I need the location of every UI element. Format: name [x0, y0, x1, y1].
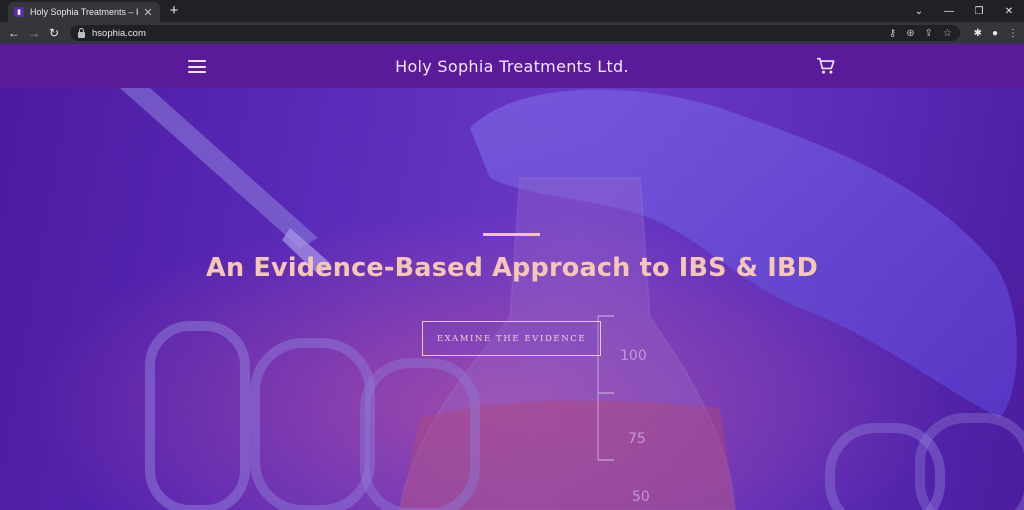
- reload-button[interactable]: ↻: [44, 26, 64, 40]
- key-icon[interactable]: ⚷: [889, 28, 896, 39]
- hero-section: 100 75 50 An Evidence-Based Approach to …: [0, 88, 1024, 510]
- back-button[interactable]: ←: [4, 26, 24, 40]
- new-tab-button[interactable]: +: [166, 3, 182, 19]
- bookmark-star-icon[interactable]: ☆: [943, 28, 952, 39]
- hamburger-menu-icon[interactable]: [188, 60, 206, 73]
- site-favicon-icon: ▮: [14, 7, 24, 17]
- tab-title: Holy Sophia Treatments – Holy S: [30, 7, 138, 17]
- restore-button[interactable]: ❐: [964, 6, 994, 17]
- minimize-button[interactable]: —: [934, 6, 964, 17]
- site-header: Holy Sophia Treatments Ltd.: [0, 44, 1024, 88]
- browser-right-icons: ✱ ● ⋮: [974, 22, 1018, 44]
- window-controls: ⌄ — ❐ ✕: [904, 0, 1024, 22]
- omnibox-icons: ⚷ ⊕ ⇪ ☆: [889, 25, 952, 41]
- menu-dots-icon[interactable]: ⋮: [1008, 28, 1018, 39]
- zoom-icon[interactable]: ⊕: [906, 28, 914, 39]
- url-text[interactable]: hsophia.com: [92, 28, 146, 39]
- close-window-button[interactable]: ✕: [994, 6, 1024, 17]
- extensions-icon[interactable]: ✱: [974, 28, 982, 39]
- browser-tab-bar: ▮ Holy Sophia Treatments – Holy S ✕ + ⌄ …: [0, 0, 1024, 22]
- profile-icon[interactable]: ●: [992, 28, 998, 39]
- examine-evidence-button[interactable]: EXAMINE THE EVIDENCE: [422, 321, 601, 356]
- address-bar[interactable]: hsophia.com ⚷ ⊕ ⇪ ☆: [70, 25, 960, 41]
- website: Holy Sophia Treatments Ltd. 100 75 50 An…: [0, 44, 1024, 510]
- hero-title: An Evidence-Based Approach to IBS & IBD: [206, 253, 818, 283]
- share-icon[interactable]: ⇪: [925, 28, 933, 39]
- tab-search-icon[interactable]: ⌄: [904, 6, 934, 17]
- forward-button[interactable]: →: [24, 26, 44, 40]
- browser-tab[interactable]: ▮ Holy Sophia Treatments – Holy S ✕: [8, 2, 160, 22]
- browser-toolbar: ← → ↻ hsophia.com ⚷ ⊕ ⇪ ☆: [0, 22, 1024, 44]
- site-brand[interactable]: Holy Sophia Treatments Ltd.: [395, 57, 629, 76]
- hero-divider: [483, 233, 540, 236]
- hero-content: An Evidence-Based Approach to IBS & IBD …: [0, 88, 1024, 510]
- cart-icon[interactable]: [816, 57, 836, 75]
- tab-close-icon[interactable]: ✕: [142, 6, 154, 19]
- lock-icon[interactable]: [78, 27, 85, 38]
